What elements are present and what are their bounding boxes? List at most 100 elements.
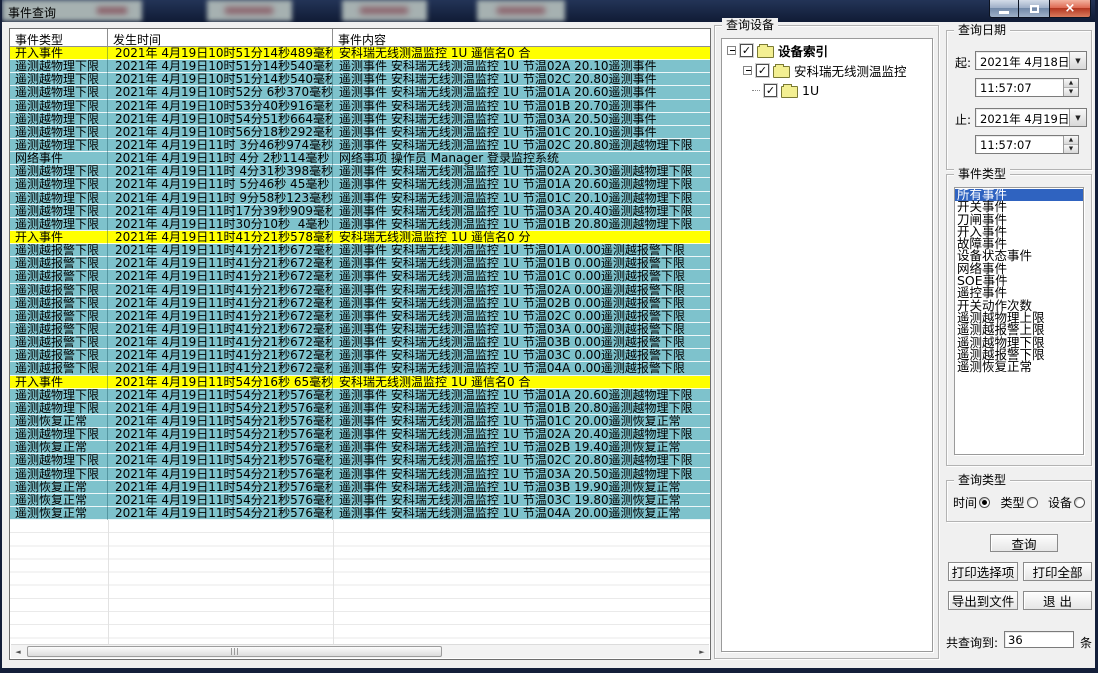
scroll-left-icon[interactable]: ◄ <box>11 645 25 658</box>
table-row[interactable]: 遥测越物理下限2021年 4月19日11时54分21秒576毫秒遥测事件 安科瑞… <box>10 454 710 467</box>
checkbox-checked-icon[interactable]: ✓ <box>756 64 769 77</box>
event-content-cell: 遥测事件 安科瑞无线测温监控 1U 节温02C 20.80遥测越物理下限 <box>333 454 710 467</box>
tree-collapse-icon[interactable] <box>743 66 752 75</box>
table-row[interactable]: 遥测越报警下限2021年 4月19日11时41分21秒672毫秒遥测事件 安科瑞… <box>10 270 710 283</box>
table-row[interactable]: 遥测恢复正常2021年 4月19日11时54分21秒576毫秒遥测事件 安科瑞无… <box>10 441 710 454</box>
table-row[interactable]: 遥测越物理下限2021年 4月19日11时17分39秒909毫秒遥测事件 安科瑞… <box>10 205 710 218</box>
table-row[interactable]: 遥测越报警下限2021年 4月19日11时41分21秒672毫秒遥测事件 安科瑞… <box>10 310 710 323</box>
blurred-tab-text <box>97 7 127 14</box>
table-row[interactable]: 网络事件2021年 4月19日11时 4分 2秒114毫秒网络事项 操作员 Ma… <box>10 152 710 165</box>
start-date-select[interactable]: 2021年 4月18日 ▼ <box>975 51 1087 70</box>
checkbox-checked-icon[interactable]: ✓ <box>740 44 753 57</box>
table-row[interactable]: 遥测越报警下限2021年 4月19日11时41分21秒672毫秒遥测事件 安科瑞… <box>10 336 710 349</box>
table-row[interactable]: 遥测恢复正常2021年 4月19日11时54分21秒576毫秒遥测事件 安科瑞无… <box>10 415 710 428</box>
table-row[interactable]: 遥测越报警下限2021年 4月19日11时41分21秒672毫秒遥测事件 安科瑞… <box>10 284 710 297</box>
window-title: 事件查询 <box>8 4 56 21</box>
table-row[interactable]: 遥测越物理下限2021年 4月19日10时53分40秒916毫秒遥测事件 安科瑞… <box>10 100 710 113</box>
end-time-value: 11:57:07 <box>976 136 1063 153</box>
table-row[interactable]: 遥测越物理下限2021年 4月19日10时52分 6秒370毫秒遥测事件 安科瑞… <box>10 86 710 99</box>
event-time-cell: 2021年 4月19日11时41分21秒672毫秒 <box>108 257 333 270</box>
export-button[interactable]: 导出到文件 <box>948 591 1018 610</box>
table-row[interactable]: 遥测越报警下限2021年 4月19日11时41分21秒672毫秒遥测事件 安科瑞… <box>10 349 710 362</box>
spinner-down-icon[interactable]: ▼ <box>1064 145 1078 153</box>
minimize-icon <box>999 11 1009 14</box>
event-content-cell: 安科瑞无线测温监控 1U 遥信名0 合 <box>333 376 710 389</box>
start-time-input[interactable]: 11:57:07 ▲▼ <box>975 78 1079 97</box>
table-row[interactable]: 遥测越报警下限2021年 4月19日11时41分21秒672毫秒遥测事件 安科瑞… <box>10 257 710 270</box>
table-row[interactable]: 开入事件2021年 4月19日11时41分21秒578毫秒安科瑞无线测温监控 1… <box>10 231 710 244</box>
query-type-panel-title: 查询类型 <box>954 473 1010 487</box>
tree-item-device[interactable]: ✓ 安科瑞无线测温监控 <box>743 61 932 79</box>
query-button[interactable]: 查询 <box>990 534 1058 552</box>
radio-unselected-icon[interactable] <box>1027 497 1038 508</box>
end-date-select[interactable]: 2021年 4月19日 ▼ <box>975 108 1087 127</box>
table-row[interactable]: 遥测越物理下限2021年 4月19日11时54分21秒576毫秒遥测事件 安科瑞… <box>10 402 710 415</box>
exit-button[interactable]: 退 出 <box>1023 591 1092 610</box>
table-row[interactable]: 开入事件2021年 4月19日11时54分16秒 65毫秒安科瑞无线测温监控 1… <box>10 376 710 389</box>
horizontal-scrollbar[interactable]: ◄ ► <box>11 644 709 658</box>
event-time-cell: 2021年 4月19日10时51分14秒489毫秒 <box>108 47 333 60</box>
scrollbar-thumb[interactable] <box>27 646 442 657</box>
spinner-down-icon[interactable]: ▼ <box>1064 88 1078 96</box>
close-button[interactable]: × <box>1049 0 1091 18</box>
chevron-down-icon[interactable]: ▼ <box>1069 109 1086 126</box>
event-content-cell: 遥测事件 安科瑞无线测温监控 1U 节温01A 20.60遥测越物理下限 <box>333 178 710 191</box>
tree-collapse-icon[interactable] <box>727 46 736 55</box>
radio-option-label: 时间 <box>953 494 977 511</box>
table-row[interactable]: 遥测越物理下限2021年 4月19日11时 4分31秒398毫秒遥测事件 安科瑞… <box>10 165 710 178</box>
maximize-button[interactable] <box>1019 0 1049 18</box>
table-row[interactable]: 遥测越物理下限2021年 4月19日11时30分10秒 4毫秒遥测事件 安科瑞无… <box>10 218 710 231</box>
radio-option[interactable]: 类型 <box>1000 494 1037 511</box>
table-row[interactable]: 遥测越报警下限2021年 4月19日11时41分21秒672毫秒遥测事件 安科瑞… <box>10 244 710 257</box>
end-time-input[interactable]: 11:57:07 ▲▼ <box>975 135 1079 154</box>
header-event-content[interactable]: 事件内容 <box>333 29 710 47</box>
time-spinner[interactable]: ▲▼ <box>1063 79 1078 96</box>
event-content-cell: 遥测事件 安科瑞无线测温监控 1U 节温02A 20.40遥测越物理下限 <box>333 428 710 441</box>
table-row[interactable]: 遥测越物理下限2021年 4月19日10时54分51秒664毫秒遥测事件 安科瑞… <box>10 113 710 126</box>
table-row[interactable]: 遥测越物理下限2021年 4月19日10时56分18秒292毫秒遥测事件 安科瑞… <box>10 126 710 139</box>
table-row[interactable]: 遥测越物理下限2021年 4月19日10时51分14秒540毫秒遥测事件 安科瑞… <box>10 60 710 73</box>
event-type-cell: 遥测越物理下限 <box>10 428 108 441</box>
radio-option[interactable]: 设备 <box>1048 494 1085 511</box>
event-type-cell: 遥测越物理下限 <box>10 113 108 126</box>
from-label: 起: <box>955 54 971 71</box>
header-event-time[interactable]: 发生时间 <box>108 29 333 47</box>
event-type-list[interactable]: 所有事件开关事件刀闸事件开入事件故障事件设备状态事件网络事件SOE事件遥控事件开… <box>954 187 1084 455</box>
result-count-field[interactable]: 36 <box>1004 631 1074 648</box>
print-selected-button[interactable]: 打印选择项 <box>948 562 1018 581</box>
table-row[interactable]: 遥测越物理下限2021年 4月19日11时54分21秒576毫秒遥测事件 安科瑞… <box>10 389 710 402</box>
scroll-right-icon[interactable]: ► <box>695 645 709 658</box>
table-row[interactable]: 遥测恢复正常2021年 4月19日11时54分21秒576毫秒遥测事件 安科瑞无… <box>10 481 710 494</box>
radio-selected-icon[interactable] <box>979 497 990 508</box>
table-row[interactable]: 开入事件2021年 4月19日10时51分14秒489毫秒安科瑞无线测温监控 1… <box>10 47 710 60</box>
table-row[interactable]: 遥测越物理下限2021年 4月19日11时 3分46秒974毫秒遥测事件 安科瑞… <box>10 139 710 152</box>
table-row[interactable]: 遥测越物理下限2021年 4月19日10时51分14秒540毫秒遥测事件 安科瑞… <box>10 73 710 86</box>
table-row[interactable]: 遥测恢复正常2021年 4月19日11时54分21秒576毫秒遥测事件 安科瑞无… <box>10 507 710 520</box>
spinner-up-icon[interactable]: ▲ <box>1064 136 1078 145</box>
tree-item-unit[interactable]: ✓ 1U <box>752 81 932 99</box>
table-row[interactable]: 遥测越报警下限2021年 4月19日11时41分21秒672毫秒遥测事件 安科瑞… <box>10 362 710 375</box>
table-row[interactable]: 遥测越物理下限2021年 4月19日11时54分21秒576毫秒遥测事件 安科瑞… <box>10 428 710 441</box>
spinner-up-icon[interactable]: ▲ <box>1064 79 1078 88</box>
table-row[interactable]: 遥测恢复正常2021年 4月19日11时54分21秒576毫秒遥测事件 安科瑞无… <box>10 494 710 507</box>
table-row[interactable]: 遥测越报警下限2021年 4月19日11时41分21秒672毫秒遥测事件 安科瑞… <box>10 323 710 336</box>
radio-unselected-icon[interactable] <box>1074 497 1085 508</box>
event-type-option[interactable]: 遥测恢复正常 <box>955 361 1083 373</box>
table-row[interactable]: 遥测越物理下限2021年 4月19日11时 9分58秒123毫秒遥测事件 安科瑞… <box>10 192 710 205</box>
radio-option-label: 设备 <box>1048 494 1072 511</box>
header-event-type[interactable]: 事件类型 <box>10 29 108 47</box>
device-tree: ✓ 设备索引 ✓ 安科瑞无线测温监控 ✓ 1U <box>721 38 933 652</box>
table-row[interactable]: 遥测越报警下限2021年 4月19日11时41分21秒672毫秒遥测事件 安科瑞… <box>10 297 710 310</box>
tree-item-root[interactable]: ✓ 设备索引 <box>727 41 932 59</box>
time-spinner[interactable]: ▲▼ <box>1063 136 1078 153</box>
event-time-cell: 2021年 4月19日11时54分21秒576毫秒 <box>108 494 333 507</box>
start-date-value: 2021年 4月18日 <box>976 52 1069 69</box>
table-row[interactable]: 遥测越物理下限2021年 4月19日11时 5分46秒 45毫秒遥测事件 安科瑞… <box>10 178 710 191</box>
checkbox-checked-icon[interactable]: ✓ <box>764 84 777 97</box>
radio-option[interactable]: 时间 <box>953 494 990 511</box>
table-row[interactable]: 遥测越物理下限2021年 4月19日11时54分21秒576毫秒遥测事件 安科瑞… <box>10 468 710 481</box>
table-empty-area <box>10 520 710 644</box>
minimize-button[interactable] <box>989 0 1019 18</box>
chevron-down-icon[interactable]: ▼ <box>1069 52 1086 69</box>
print-all-button[interactable]: 打印全部 <box>1023 562 1092 581</box>
